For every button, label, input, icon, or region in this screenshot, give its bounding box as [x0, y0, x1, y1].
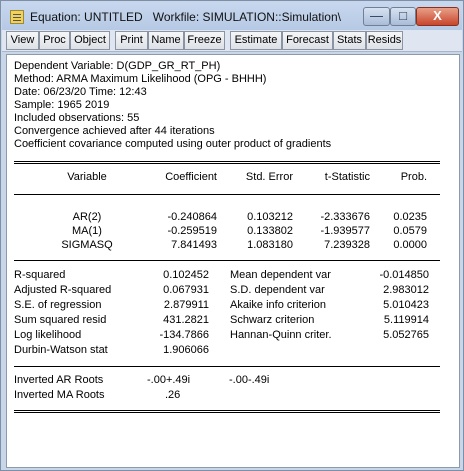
table-cell: 0.0000 [393, 239, 427, 251]
stat-value: 431.2821 [163, 314, 209, 326]
stat-value: 5.010423 [383, 299, 429, 311]
stat-label: Akaike info criterion [230, 299, 326, 311]
minimize-button[interactable]: — [363, 7, 390, 26]
root-value: .26 [165, 389, 181, 401]
root-value: -.00-.49i [229, 374, 270, 386]
name-button[interactable]: Name [148, 31, 184, 50]
table-cell: AR(2) [72, 211, 102, 223]
divider [14, 161, 440, 162]
date-time-line: Date: 06/23/20 Time: 12:43 [14, 86, 147, 98]
table-cell: 1.083180 [247, 239, 293, 251]
table-cell: 7.841493 [171, 239, 217, 251]
proc-button[interactable]: Proc [39, 31, 70, 50]
view-button[interactable]: View [6, 31, 39, 50]
stat-label: R-squared [14, 269, 66, 281]
divider [14, 163, 440, 164]
roots-label: Inverted MA Roots [14, 389, 105, 401]
table-cell: -0.240864 [167, 211, 217, 223]
table-cell: SIGMASQ [61, 239, 113, 251]
divider [14, 410, 440, 411]
stat-value: 2.983012 [383, 284, 429, 296]
table-cell: -0.259519 [167, 225, 217, 237]
print-button[interactable]: Print [115, 31, 148, 50]
stat-value: 2.879911 [163, 299, 209, 311]
stat-label: Adjusted R-squared [14, 284, 112, 296]
root-value: -.00+.49i [147, 374, 191, 386]
dependent-variable: Dependent Variable: D(GDP_GR_RT_PH) [14, 60, 221, 72]
stat-label: Mean dependent var [230, 269, 331, 281]
table-cell: 0.0579 [393, 225, 427, 237]
resids-button[interactable]: Resids [366, 31, 403, 50]
col-header-coefficient: Coefficient [165, 171, 217, 183]
stat-value: -134.7866 [159, 329, 209, 341]
divider [14, 194, 440, 195]
col-header-std-error: Std. Error [245, 171, 293, 183]
equation-window: Equation: UNTITLED Workfile: SIMULATION:… [0, 0, 464, 471]
forecast-button[interactable]: Forecast [282, 31, 333, 50]
estimate-button[interactable]: Estimate [230, 31, 282, 50]
table-cell: -2.333676 [320, 211, 370, 223]
title-bar[interactable]: Equation: UNTITLED Workfile: SIMULATION:… [2, 2, 462, 30]
col-header-prob: Prob. [400, 171, 427, 183]
stat-value: -0.014850 [379, 269, 429, 281]
convergence-line: Convergence achieved after 44 iterations [14, 125, 215, 137]
toolbar: View Proc Object Print Name Freeze Estim… [2, 30, 462, 52]
output-pane[interactable]: Dependent Variable: D(GDP_GR_RT_PH) Meth… [6, 54, 460, 468]
divider [14, 366, 440, 367]
freeze-button[interactable]: Freeze [184, 31, 225, 50]
table-cell: 0.0235 [393, 211, 427, 223]
table-cell: 0.133802 [247, 225, 293, 237]
stat-label: Schwarz criterion [230, 314, 315, 326]
stats-button[interactable]: Stats [333, 31, 366, 50]
divider [14, 260, 440, 261]
stat-value: 5.052765 [383, 329, 429, 341]
sample-line: Sample: 1965 2019 [14, 99, 110, 111]
table-cell: MA(1) [72, 225, 102, 237]
stat-label: S.D. dependent var [230, 284, 325, 296]
table-cell: -1.939577 [320, 225, 370, 237]
equation-icon [10, 10, 24, 24]
maximize-button[interactable]: □ [390, 7, 416, 26]
stat-label: Durbin-Watson stat [14, 344, 108, 356]
observations-line: Included observations: 55 [14, 112, 140, 124]
close-button[interactable]: X [416, 7, 459, 26]
stat-value: 0.067931 [163, 284, 209, 296]
table-cell: 0.103212 [247, 211, 293, 223]
divider [14, 412, 440, 413]
stat-label: S.E. of regression [14, 299, 102, 311]
stat-value: 1.906066 [163, 344, 209, 356]
stat-label: Sum squared resid [14, 314, 107, 326]
window-title: Equation: UNTITLED Workfile: SIMULATION:… [30, 10, 341, 24]
col-header-variable: Variable [67, 171, 107, 183]
col-header-t-statistic: t-Statistic [324, 171, 370, 183]
table-cell: 7.239328 [324, 239, 370, 251]
method-line: Method: ARMA Maximum Likelihood (OPG - B… [14, 73, 267, 85]
object-button[interactable]: Object [70, 31, 110, 50]
covariance-line: Coefficient covariance computed using ou… [14, 138, 332, 150]
stat-value: 5.119914 [383, 314, 429, 326]
stat-value: 0.102452 [163, 269, 209, 281]
roots-label: Inverted AR Roots [14, 374, 104, 386]
stat-label: Hannan-Quinn criter. [230, 329, 332, 341]
stat-label: Log likelihood [14, 329, 82, 341]
